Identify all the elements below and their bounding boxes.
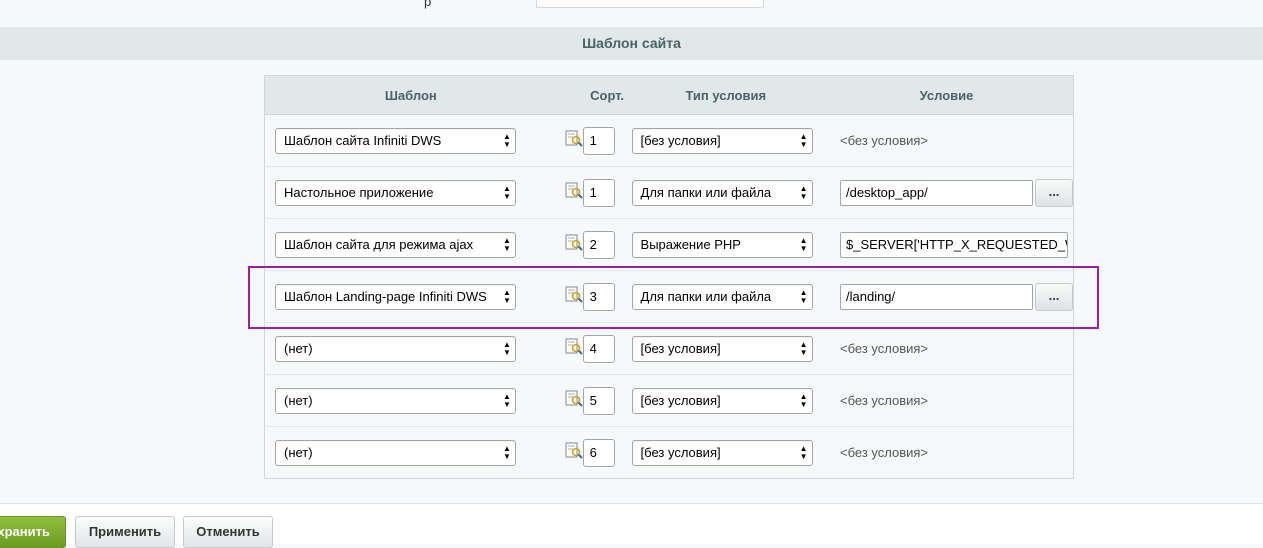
condition-input[interactable]: /desktop_app/ [840, 179, 1033, 206]
condition-type-select[interactable]: [без условия] ▲ ▼ [631, 387, 813, 414]
browse-button[interactable]: ... [1035, 282, 1073, 311]
sort-input[interactable]: 3 [582, 282, 615, 311]
select-arrows-icon: ▲ ▼ [503, 339, 511, 357]
preview-icon[interactable] [565, 442, 583, 460]
condition-type-select[interactable]: Для папки или файла ▲ ▼ [631, 283, 813, 310]
cancel-button[interactable]: Отменить [183, 516, 273, 548]
preview-icon[interactable] [565, 234, 583, 252]
template-select[interactable]: (нет) ▲ ▼ [275, 387, 516, 414]
condition-text: <без условия> [840, 445, 929, 460]
template-select[interactable]: (нет) ▲ ▼ [275, 335, 516, 362]
condition-input[interactable]: $_SERVER['HTTP_X_REQUESTED_W [840, 231, 1068, 258]
select-arrows-icon: ▲ ▼ [503, 287, 511, 305]
table-row: (нет) ▲ ▼ 5 [без условия] ▲ ▼ <без условия> [264, 374, 1074, 427]
select-arrows-icon: ▲ ▼ [799, 183, 808, 201]
condition-text: <без условия> [840, 341, 929, 356]
select-arrows-icon: ▲ ▼ [799, 131, 808, 149]
template-select[interactable]: (нет) ▲ ▼ [275, 439, 516, 466]
template-select[interactable]: Шаблон сайта Infiniti DWS ▲ ▼ [275, 127, 516, 154]
select-arrows-icon: ▲ ▼ [799, 391, 808, 409]
apply-button[interactable]: Применить [75, 516, 175, 548]
select-arrows-icon: ▲ ▼ [799, 443, 808, 461]
footer-bar: хранить Применить Отменить [0, 504, 1263, 548]
condition-type-select[interactable]: [без условия] ▲ ▼ [631, 127, 813, 154]
condition-type-select[interactable]: [без условия] ▲ ▼ [631, 335, 813, 362]
header-condition: Условие [820, 75, 1074, 115]
sort-input[interactable]: 6 [582, 438, 615, 467]
select-arrows-icon: ▲ ▼ [503, 391, 511, 409]
preview-icon[interactable] [565, 390, 583, 408]
preview-icon[interactable] [565, 286, 583, 304]
template-select[interactable]: Настольное приложение ▲ ▼ [275, 179, 516, 206]
top-field-label: р [424, 0, 432, 9]
select-arrows-icon: ▲ ▼ [503, 235, 511, 253]
template-table: Шаблон Сорт. Тип условия Условие Шаблон … [264, 75, 1074, 479]
save-button[interactable]: хранить [0, 516, 66, 548]
condition-type-select[interactable]: Для папки или файла ▲ ▼ [631, 179, 813, 206]
sort-input[interactable]: 1 [582, 126, 615, 155]
top-partial-input[interactable] [536, 0, 764, 8]
table-row: Шаблон сайта для режима ajax ▲ ▼ 2 Выражен… [264, 218, 1074, 271]
sort-input[interactable]: 5 [582, 386, 615, 415]
condition-text: <без условия> [840, 133, 929, 148]
select-arrows-icon: ▲ ▼ [503, 443, 511, 461]
sort-input[interactable]: 2 [582, 230, 615, 259]
select-arrows-icon: ▲ ▼ [503, 131, 511, 149]
template-select[interactable]: Шаблон Landing-page Infiniti DWS ▲ ▼ [275, 283, 516, 310]
condition-text: <без условия> [840, 393, 929, 408]
header-sort: Сорт. [582, 75, 632, 115]
preview-icon[interactable] [565, 338, 583, 356]
condition-input[interactable]: /landing/ [840, 283, 1033, 310]
browse-button[interactable]: ... [1035, 178, 1073, 207]
table-row: (нет) ▲ ▼ 4 [без условия] ▲ ▼ <без условия> [264, 322, 1074, 375]
sort-input[interactable]: 1 [582, 178, 615, 207]
condition-type-select[interactable]: Выражение PHP ▲ ▼ [631, 231, 813, 258]
table-row: Шаблон сайта Infiniti DWS ▲ ▼ 1 [без услов… [264, 114, 1074, 167]
header-template: Шаблон [264, 75, 557, 115]
preview-icon[interactable] [565, 130, 583, 148]
table-row: Шаблон Landing-page Infiniti DWS ▲ ▼ 3 Для… [264, 270, 1074, 323]
table-row: Настольное приложение ▲ ▼ 1 Для папки или … [264, 166, 1074, 219]
table-row: (нет) ▲ ▼ 6 [без условия] ▲ ▼ <без условия> [264, 426, 1074, 479]
section-title: Шаблон сайта [0, 27, 1263, 60]
sort-input[interactable]: 4 [582, 334, 615, 363]
preview-icon[interactable] [565, 182, 583, 200]
header-condition-type: Тип условия [631, 75, 820, 115]
select-arrows-icon: ▲ ▼ [503, 183, 511, 201]
select-arrows-icon: ▲ ▼ [799, 287, 808, 305]
condition-type-select[interactable]: [без условия] ▲ ▼ [631, 439, 813, 466]
select-arrows-icon: ▲ ▼ [799, 339, 808, 357]
select-arrows-icon: ▲ ▼ [799, 235, 808, 253]
template-select[interactable]: Шаблон сайта для режима ajax ▲ ▼ [275, 231, 516, 258]
